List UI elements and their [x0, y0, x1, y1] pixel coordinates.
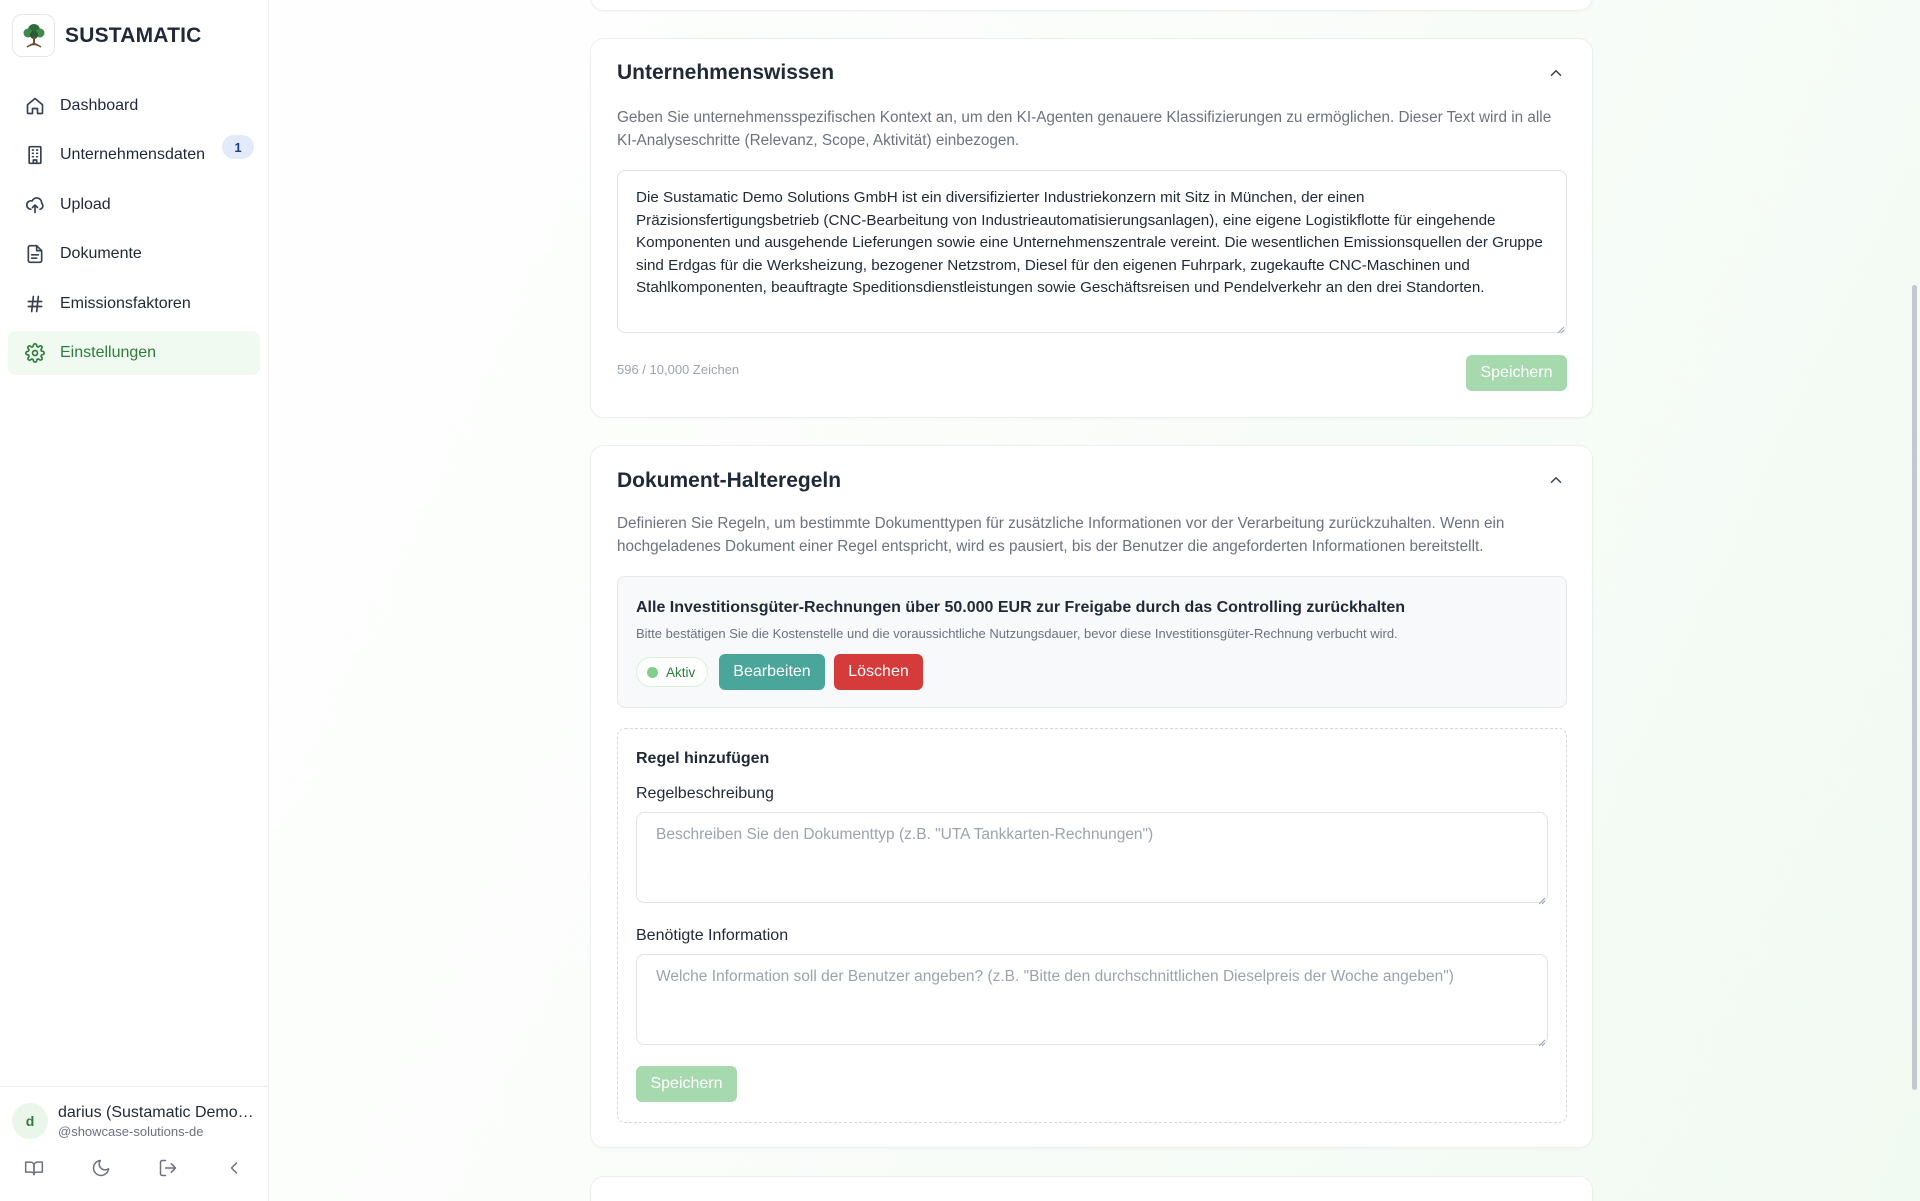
nav-label: Emissionsfaktoren	[60, 294, 191, 312]
company-knowledge-textarea[interactable]: Die Sustamatic Demo Solutions GmbH ist e…	[617, 170, 1567, 333]
building-icon	[24, 144, 46, 166]
resize-grip-icon[interactable]	[1536, 1034, 1546, 1047]
add-rule-form: Regel hinzufügen Regelbeschreibung Besch…	[617, 728, 1567, 1123]
nav-label: Dokumente	[60, 245, 142, 263]
delete-rule-button[interactable]: Löschen	[834, 654, 923, 690]
tree-logo-icon	[12, 14, 55, 57]
previous-card	[590, 0, 1593, 11]
user-name: darius (Sustamatic Demo Solutions GmbH)	[58, 1103, 254, 1121]
logout-icon[interactable]	[153, 1153, 183, 1183]
nav-item-dokumente[interactable]: Dokumente	[8, 232, 260, 276]
required-info-label: Benötigte Information	[636, 927, 789, 944]
sidebar: SUSTAMATIC Dashboard Unternehmensdaten U…	[0, 0, 269, 1201]
save-knowledge-button[interactable]: Speichern	[1466, 355, 1567, 391]
status-label: Aktiv	[666, 664, 696, 680]
scrollbar-thumb[interactable]	[1912, 285, 1917, 1090]
company-knowledge-card: Unternehmenswissen Geben Sie unternehmen…	[590, 38, 1593, 418]
status-dot-icon	[647, 666, 658, 678]
nav-item-unternehmensdaten[interactable]: Unternehmensdaten	[8, 133, 260, 177]
moon-icon[interactable]	[86, 1153, 116, 1183]
next-card	[590, 1176, 1593, 1201]
cloud-upload-icon	[24, 194, 46, 216]
brand[interactable]: SUSTAMATIC	[12, 14, 202, 57]
hash-icon	[24, 293, 46, 315]
user-profile[interactable]: d darius (Sustamatic Demo Solutions GmbH…	[12, 1103, 254, 1139]
required-info-input[interactable]: Welche Information soll der Benutzer ang…	[636, 954, 1548, 1045]
chevron-left-icon[interactable]	[219, 1153, 249, 1183]
rule-item: Alle Investitionsgüter-Rechnungen über 5…	[617, 576, 1567, 708]
chevron-up-icon[interactable]	[1544, 61, 1568, 85]
resize-grip-icon[interactable]	[1536, 892, 1546, 905]
character-counter: 596 / 10,000 Zeichen	[617, 362, 740, 377]
chevron-up-icon[interactable]	[1544, 468, 1568, 492]
nav-label: Dashboard	[60, 97, 139, 114]
avatar: d	[12, 1103, 48, 1139]
rule-title: Alle Investitionsgüter-Rechnungen über 5…	[636, 599, 1406, 616]
brand-name: SUSTAMATIC	[65, 23, 202, 47]
document-icon	[24, 243, 46, 265]
rule-description-input[interactable]: Beschreiben Sie den Dokumenttyp (z.B. "U…	[636, 812, 1548, 903]
nav-label: Upload	[60, 195, 111, 213]
home-icon	[24, 95, 46, 117]
section-title: Dokument-Halteregeln	[617, 469, 842, 492]
nav-item-einstellungen[interactable]: Einstellungen	[8, 330, 260, 375]
nav-label: Unternehmensdaten	[60, 146, 205, 164]
hold-rules-card: Dokument-Halteregeln Definieren Sie Rege…	[590, 445, 1593, 1148]
user-handle: @showcase-solutions-de	[58, 1123, 204, 1139]
gear-icon	[24, 342, 46, 364]
status-badge: Aktiv	[636, 657, 709, 687]
sidebar-footer: d darius (Sustamatic Demo Solutions GmbH…	[0, 1086, 269, 1201]
resize-grip-icon[interactable]	[1555, 321, 1565, 334]
save-rule-button[interactable]: Speichern	[636, 1066, 737, 1102]
nav-item-emissionsfaktoren[interactable]: Emissionsfaktoren	[8, 282, 260, 326]
section-description: Definieren Sie Regeln, um bestimmte Doku…	[617, 515, 1505, 555]
nav-item-dashboard[interactable]: Dashboard	[8, 84, 260, 128]
nav-item-upload[interactable]: Upload	[8, 183, 260, 227]
main-nav: Dashboard Unternehmensdaten Upload Dokum…	[8, 84, 260, 380]
rule-description-label: Regelbeschreibung	[636, 785, 774, 802]
notification-badge: 1	[222, 135, 254, 159]
rule-subtitle: Bitte bestätigen Sie die Kostenstelle un…	[636, 626, 1398, 641]
section-title: Unternehmenswissen	[617, 61, 835, 84]
edit-rule-button[interactable]: Bearbeiten	[719, 654, 825, 690]
add-rule-title: Regel hinzufügen	[636, 750, 770, 767]
book-icon[interactable]	[19, 1153, 49, 1183]
section-description: Geben Sie unternehmensspezifischen Konte…	[617, 109, 1552, 149]
nav-label: Einstellungen	[60, 343, 157, 361]
